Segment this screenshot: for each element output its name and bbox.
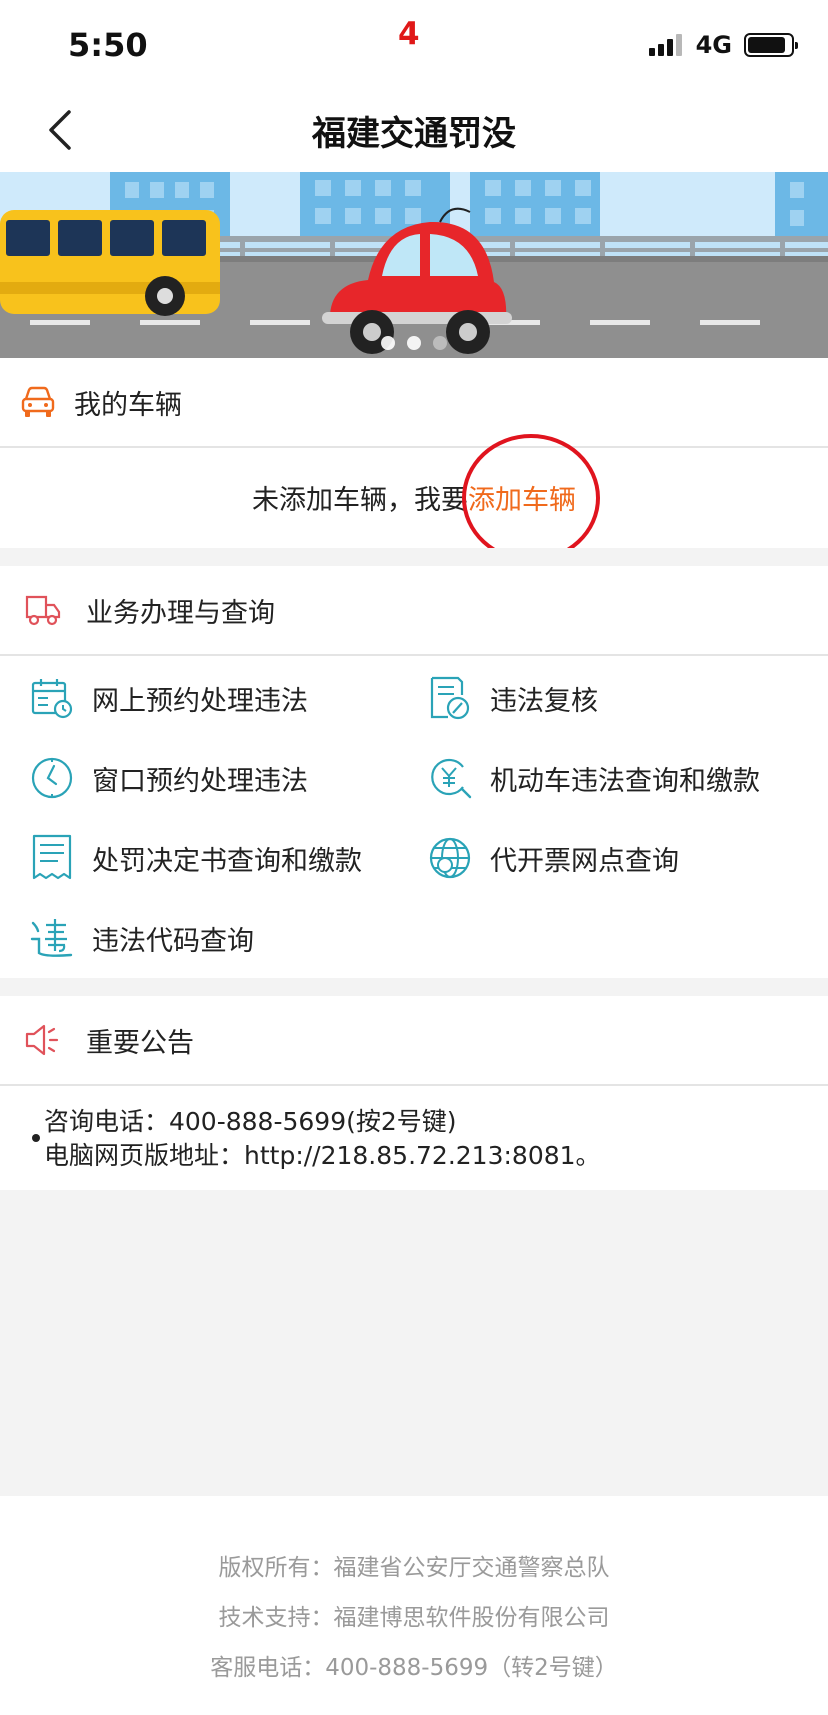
my-vehicle-header: 我的车辆 <box>0 358 828 446</box>
bullet <box>32 1134 40 1142</box>
carousel-dot[interactable] <box>433 336 447 350</box>
calendar-icon <box>28 672 76 724</box>
notice-line: 咨询电话：400-888-5699(按2号键) <box>44 1107 457 1136</box>
notice-line: 电脑网页版地址：http://218.85.72.213:8081。 <box>44 1141 601 1170</box>
status-indicators: 4G <box>648 30 798 60</box>
carousel-dot[interactable] <box>381 336 395 350</box>
notice-header: 重要公告 <box>0 996 828 1084</box>
violation-code-icon <box>28 912 76 964</box>
menu-item-label: 违法代码查询 <box>92 925 254 957</box>
page-title: 福建交通罚没 <box>312 114 516 154</box>
clock-icon <box>28 752 76 804</box>
footer-support: 技术支持：福建博思软件股份有限公司 <box>218 1605 610 1631</box>
battery-icon <box>744 33 798 57</box>
menu-item-label: 处罚决定书查询和缴款 <box>92 845 362 877</box>
annotation-circle <box>462 434 600 562</box>
menu-item-label: 窗口预约处理违法 <box>92 765 308 797</box>
menu-item-label: 网上预约处理违法 <box>92 685 308 717</box>
section-gap <box>0 548 828 566</box>
notice-title: 重要公告 <box>86 1027 194 1059</box>
empty-area <box>0 1190 828 1496</box>
section-gap <box>0 978 828 996</box>
add-vehicle-prompt: 未添加车辆，我要 <box>252 485 468 516</box>
menu-item-violation-review[interactable]: 违法复核 <box>426 668 598 728</box>
review-pen-icon <box>426 672 474 724</box>
my-vehicle-title: 我的车辆 <box>74 389 182 421</box>
carousel-dot[interactable] <box>407 336 421 350</box>
business-header: 业务办理与查询 <box>0 566 828 654</box>
menu-item-invoice-outlet[interactable]: 代开票网点查询 <box>426 828 679 888</box>
banner-carousel[interactable] <box>0 172 828 358</box>
globe-icon <box>426 832 474 884</box>
menu-item-label: 机动车违法查询和缴款 <box>490 765 760 797</box>
status-time: 5:50 <box>68 26 148 64</box>
menu-item-vehicle-violation-payment[interactable]: 机动车违法查询和缴款 <box>426 748 760 808</box>
menu-item-online-appointment[interactable]: 网上预约处理违法 <box>28 668 308 728</box>
car-icon <box>21 386 55 417</box>
status-marker: 4 <box>398 16 420 52</box>
yen-search-icon <box>426 752 474 804</box>
menu-item-label: 违法复核 <box>490 685 598 717</box>
truck-icon <box>25 595 61 626</box>
network-type: 4G <box>695 31 732 59</box>
signal-icon <box>648 34 682 56</box>
nav-bar: 福建交通罚没 <box>0 86 828 172</box>
menu-item-violation-code[interactable]: 违法代码查询 <box>28 908 254 968</box>
notice-item[interactable]: 咨询电话：400-888-5699(按2号键) 电脑网页版地址：http://2… <box>0 1086 828 1190</box>
footer-service-phone: 客服电话：400-888-5699（转2号键） <box>210 1655 618 1681</box>
menu-item-label: 代开票网点查询 <box>490 845 679 877</box>
footer: 版权所有：福建省公安厅交通警察总队 技术支持：福建博思软件股份有限公司 客服电话… <box>0 1496 828 1715</box>
menu-item-penalty-decision[interactable]: 处罚决定书查询和缴款 <box>28 828 362 888</box>
status-bar: 5:50 4 4G <box>0 0 828 86</box>
carousel-dots <box>0 336 828 350</box>
business-title: 业务办理与查询 <box>86 597 275 629</box>
receipt-icon <box>28 832 76 884</box>
traffic-banner-image <box>0 172 828 358</box>
menu-item-window-appointment[interactable]: 窗口预约处理违法 <box>28 748 308 808</box>
add-vehicle-row: 未添加车辆，我要添加车辆 <box>0 448 828 548</box>
footer-copyright: 版权所有：福建省公安厅交通警察总队 <box>218 1555 610 1581</box>
speaker-icon <box>25 1024 59 1056</box>
